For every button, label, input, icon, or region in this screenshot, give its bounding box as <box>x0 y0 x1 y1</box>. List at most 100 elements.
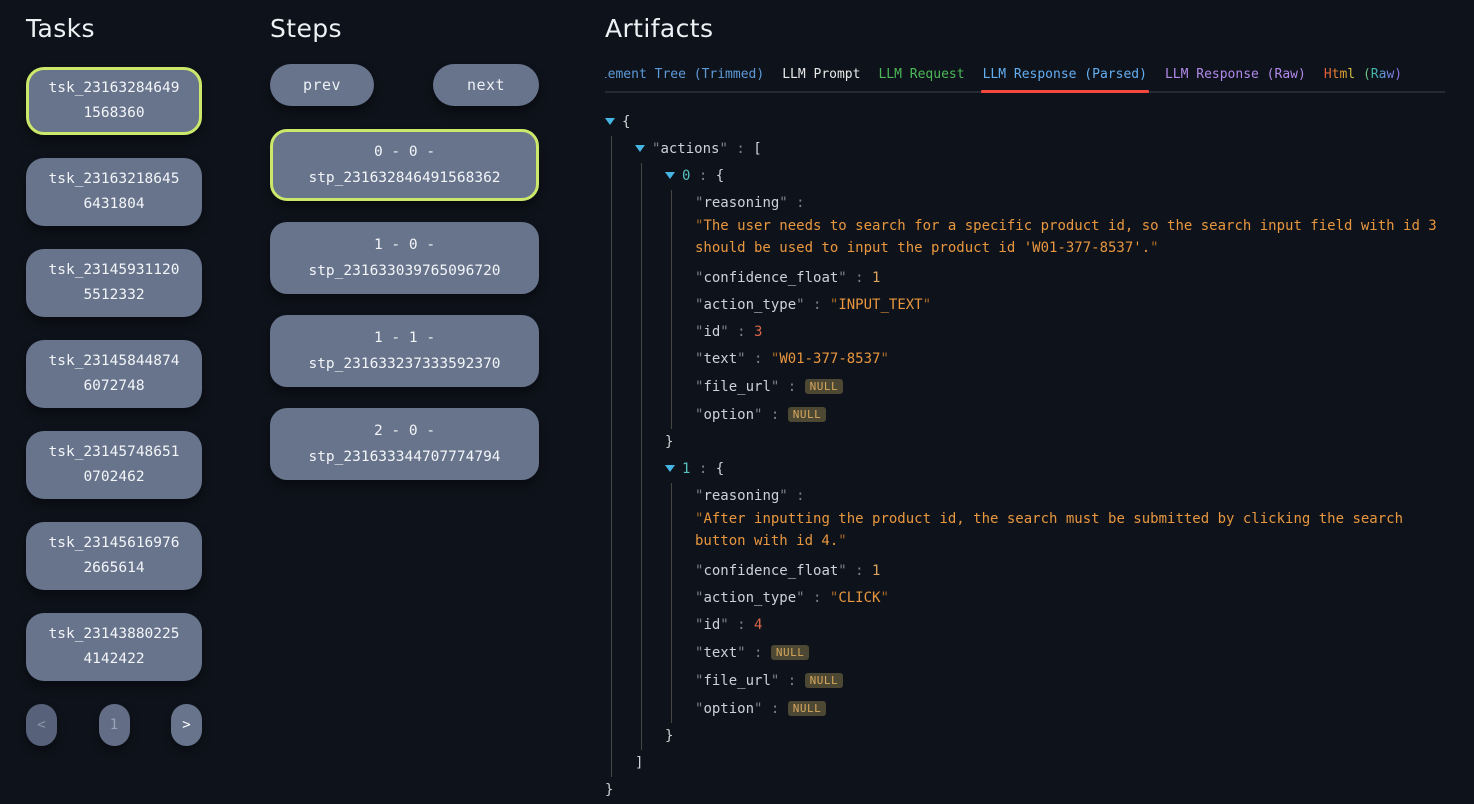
task-button[interactable]: tsk_231632846491568360 <box>26 67 202 135</box>
json-colon: : <box>788 195 813 211</box>
null-badge: NULL <box>788 701 827 716</box>
json-line: "text" : NULL <box>695 639 1441 667</box>
json-children-group: "reasoning" : "The user needs to search … <box>671 190 1441 429</box>
json-key: text <box>703 351 737 367</box>
json-line: } <box>665 723 1441 750</box>
json-key: id <box>703 617 720 633</box>
json-quote: " <box>779 195 787 211</box>
json-colon: : <box>847 563 872 579</box>
json-line: "confidence_float" : 1 <box>695 558 1441 585</box>
json-close-bracket: } <box>665 728 673 744</box>
json-key: reasoning <box>703 195 779 211</box>
json-colon: : <box>788 488 813 504</box>
json-quote: " <box>720 324 728 340</box>
tab-html-raw[interactable]: Html (Raw) <box>1323 67 1403 91</box>
json-line: "option" : NULL <box>695 695 1441 723</box>
json-quote: " <box>838 270 846 286</box>
task-button[interactable]: tsk_231457486510702462 <box>26 431 202 499</box>
json-line: { <box>605 109 1441 136</box>
task-button[interactable]: tsk_231438802254142422 <box>26 613 202 681</box>
json-line: "actions" : [ <box>635 136 1441 163</box>
json-key: option <box>703 407 754 423</box>
json-colon: : <box>805 590 830 606</box>
json-colon: : <box>729 617 754 633</box>
json-open-bracket: { <box>716 168 724 184</box>
json-quote: " <box>779 488 787 504</box>
json-quote: " <box>796 590 804 606</box>
tab-llm-request[interactable]: LLM Request <box>877 67 965 91</box>
json-line: "id" : 4 <box>695 612 1441 639</box>
pagination-prev-button[interactable]: < <box>26 704 57 746</box>
tab-element-tree-trimmed[interactable]: Element Tree (Trimmed) <box>591 67 765 91</box>
json-value-quote: " <box>1150 240 1158 256</box>
artifacts-panel: Artifacts Element Tree (Trimmed)LLM Prom… <box>605 12 1445 800</box>
json-key: action_type <box>703 297 796 313</box>
null-badge: NULL <box>771 645 810 660</box>
json-colon: : <box>690 461 715 477</box>
json-open-bracket: { <box>622 114 630 130</box>
json-value-quote: " <box>838 533 846 549</box>
json-float: 1 <box>872 270 880 286</box>
step-button[interactable]: 0 - 0 - stp_231632846491568362 <box>270 129 539 201</box>
json-line: } <box>665 429 1441 456</box>
collapse-arrow-icon[interactable] <box>605 118 615 125</box>
pagination-next-button[interactable]: > <box>171 704 202 746</box>
json-key: text <box>703 645 737 661</box>
step-list: 0 - 0 - stp_231632846491568362 1 - 0 - st… <box>270 129 539 480</box>
json-key: reasoning <box>703 488 779 504</box>
step-button[interactable]: 1 - 0 - stp_231633039765096720 <box>270 222 539 294</box>
json-key: id <box>703 324 720 340</box>
json-quote: " <box>737 351 745 367</box>
null-badge: NULL <box>805 673 844 688</box>
json-key: confidence_float <box>703 563 838 579</box>
collapse-arrow-icon[interactable] <box>665 465 675 472</box>
pagination-page-1-button[interactable]: 1 <box>99 704 130 746</box>
step-button[interactable]: 2 - 0 - stp_231633344707774794 <box>270 408 539 480</box>
json-value-quote: " <box>880 590 888 606</box>
json-quote: " <box>720 617 728 633</box>
tab-llm-prompt[interactable]: LLM Prompt <box>781 67 861 91</box>
next-step-button[interactable]: next <box>433 64 539 106</box>
json-colon: : <box>728 141 753 157</box>
steps-panel: Steps prev next 0 - 0 - stp_231632846491… <box>270 12 539 800</box>
json-line: "option" : NULL <box>695 401 1441 429</box>
task-button[interactable]: tsk_231632186456431804 <box>26 158 202 226</box>
steps-title: Steps <box>270 12 539 45</box>
json-string: CLICK <box>838 590 880 606</box>
json-key: file_url <box>703 379 770 395</box>
task-button[interactable]: tsk_231456169762665614 <box>26 522 202 590</box>
tab-llm-response-parsed[interactable]: LLM Response (Parsed) <box>982 67 1148 91</box>
json-line: "text" : "W01-377-8537" <box>695 346 1441 373</box>
json-colon: : <box>762 407 787 423</box>
json-line: "reasoning" : <box>695 483 1441 510</box>
json-int: 4 <box>754 617 762 633</box>
tab-llm-response-raw[interactable]: LLM Response (Raw) <box>1164 67 1307 91</box>
json-children-group: "reasoning" : "After inputting the produ… <box>671 483 1441 723</box>
json-string: INPUT_TEXT <box>838 297 922 313</box>
app-root: Tasks tsk_231632846491568360 tsk_23163218… <box>0 0 1474 800</box>
json-string-value: "After inputting the product id, the sea… <box>695 508 1441 552</box>
json-quote: " <box>796 297 804 313</box>
artifacts-tabstrip: Element Tree (Trimmed)LLM PromptLLM Requ… <box>605 67 1445 93</box>
json-quote: " <box>737 645 745 661</box>
json-line: "file_url" : NULL <box>695 667 1441 695</box>
null-badge: NULL <box>788 407 827 422</box>
json-line: "file_url" : NULL <box>695 373 1441 401</box>
json-close-bracket: } <box>665 434 673 450</box>
task-button[interactable]: tsk_231458448746072748 <box>26 340 202 408</box>
json-colon: : <box>847 270 872 286</box>
json-key: file_url <box>703 673 770 689</box>
task-button[interactable]: tsk_231459311205512332 <box>26 249 202 317</box>
json-key: actions <box>660 141 719 157</box>
task-pagination: < 1 > <box>26 704 202 746</box>
collapse-arrow-icon[interactable] <box>635 145 645 152</box>
tasks-title: Tasks <box>26 12 202 45</box>
json-quote: " <box>838 563 846 579</box>
step-button[interactable]: 1 - 1 - stp_231633237333592370 <box>270 315 539 387</box>
artifacts-title: Artifacts <box>605 12 1445 45</box>
json-colon: : <box>729 324 754 340</box>
prev-step-button[interactable]: prev <box>270 64 374 106</box>
json-string: After inputting the product id, the sear… <box>695 511 1411 549</box>
collapse-arrow-icon[interactable] <box>665 172 675 179</box>
step-nav: prev next <box>270 64 539 106</box>
